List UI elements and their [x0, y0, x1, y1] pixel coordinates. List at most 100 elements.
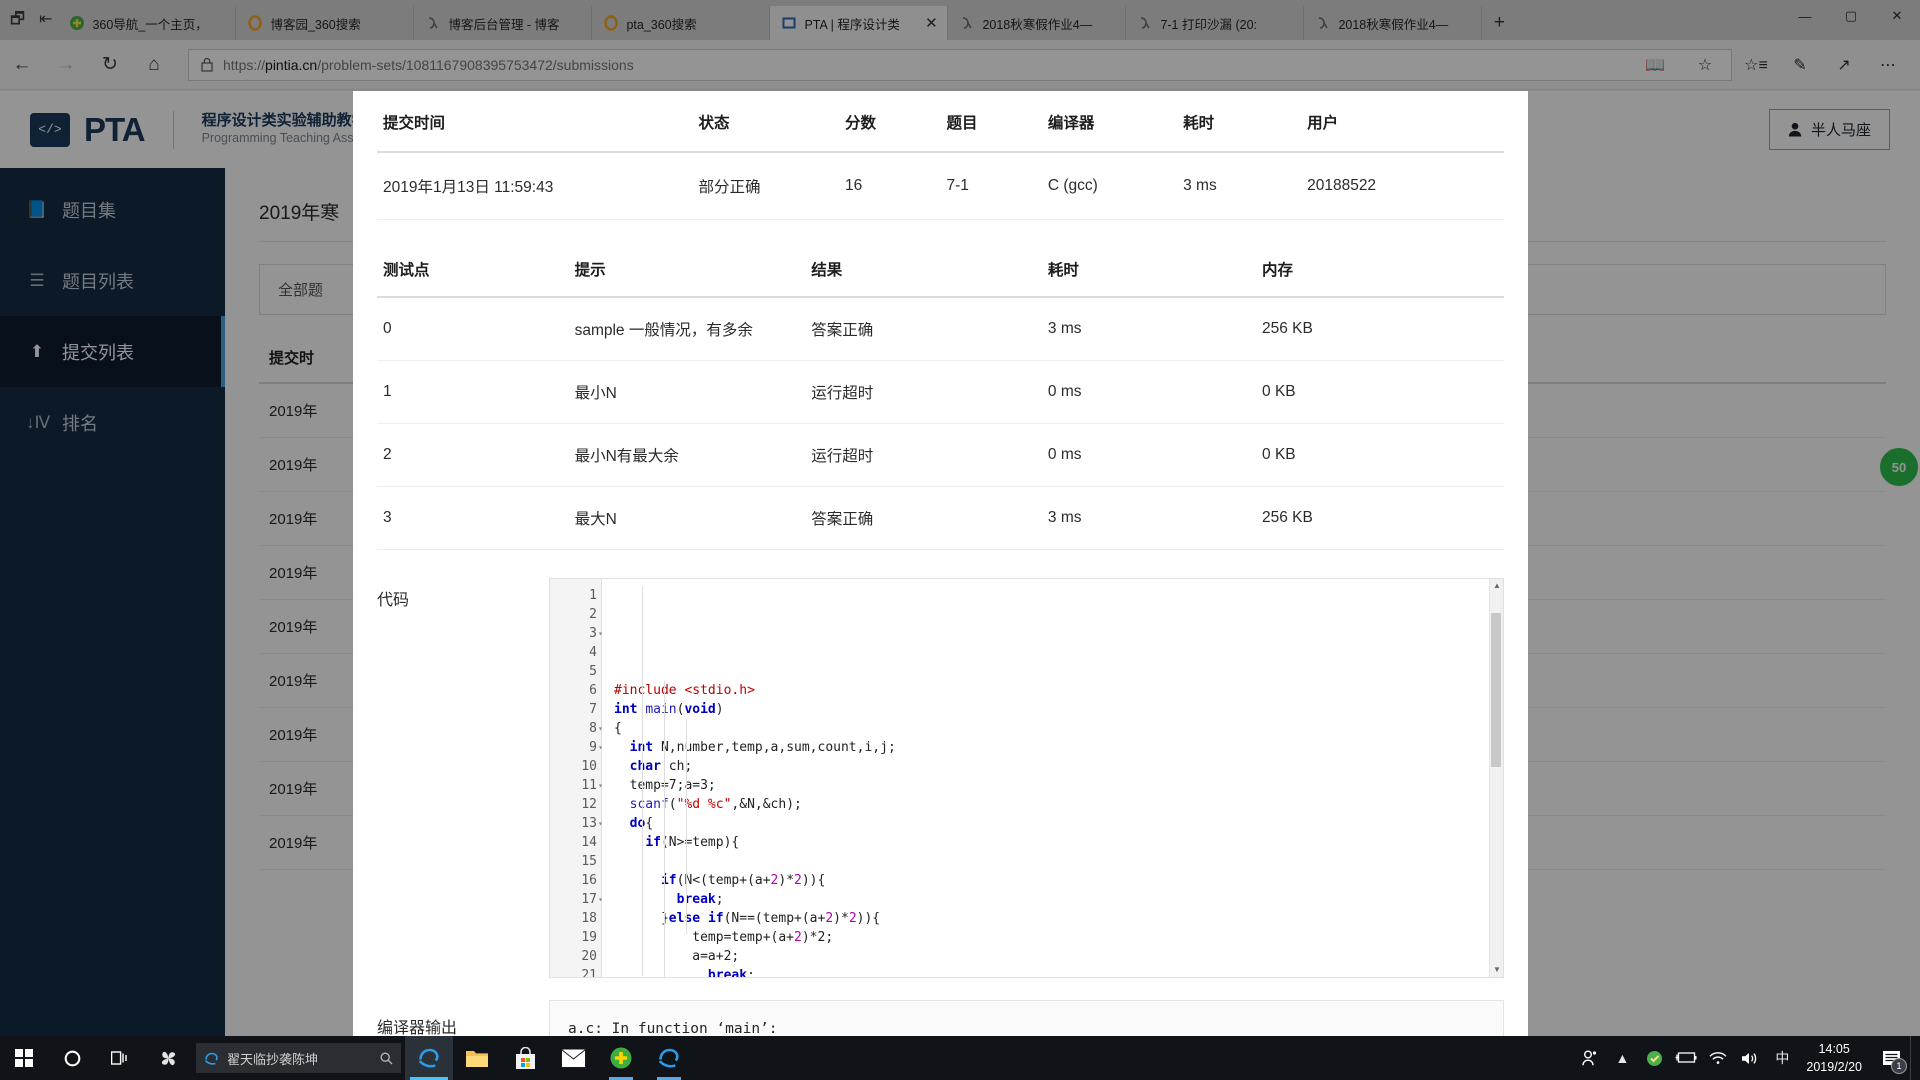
code-line: do{ — [629, 816, 654, 831]
ie-icon — [204, 1052, 218, 1065]
system-tray: ▲ 中 14:05 2019/2/20 1 — [1574, 1036, 1920, 1080]
cell-result: 答案正确 — [805, 297, 1042, 361]
show-hidden-icons-icon[interactable]: ▲ — [1606, 1036, 1638, 1080]
taskbar-app-mail[interactable] — [549, 1036, 597, 1080]
folder-icon — [466, 1050, 488, 1067]
column-header-testpoint: 测试点 — [377, 240, 569, 298]
ime-icon[interactable]: 中 — [1766, 1036, 1798, 1080]
code-text[interactable]: #include <stdio.h> int main(void) { int N,… — [602, 579, 1489, 977]
cell-duration: 3 ms — [1177, 152, 1302, 220]
code-line: int main(void) — [614, 702, 724, 717]
submission-detail-modal: 提交时间 状态 分数 题目 编译器 耗时 用户 2019年1月13日 11:59… — [353, 91, 1528, 1036]
taskbar-app-360-safe[interactable] — [597, 1036, 645, 1080]
scrollbar-thumb[interactable] — [1491, 613, 1501, 767]
cell-hint: 最小N — [568, 360, 806, 424]
taskbar-app-file-explorer[interactable] — [453, 1036, 501, 1080]
360-shield-icon[interactable] — [1638, 1036, 1670, 1080]
cell-testpoint-id: 2 — [377, 423, 569, 487]
testpoints-table: 测试点 提示 结果 耗时 内存 0 sample 一般情况，有多余 答案正确 3 ms… — [377, 240, 1504, 550]
code-viewer[interactable]: 123▾45678▾9▾1011▾1213▾14151617▾181920212… — [549, 578, 1504, 978]
cell-compiler: C (gcc) — [1041, 152, 1178, 220]
cell-hint: 最大N — [568, 486, 806, 550]
code-line-number: 14 — [581, 835, 597, 850]
code-line-number: 13 ▾ — [581, 816, 603, 831]
cell-time: 3 ms — [1041, 486, 1257, 550]
task-view-icon[interactable] — [96, 1036, 144, 1080]
cell-testpoint-id: 0 — [377, 297, 569, 361]
column-header-submit-time: 提交时间 — [377, 91, 693, 153]
cortana-circle-icon[interactable] — [48, 1036, 96, 1080]
show-desktop-button[interactable] — [1910, 1036, 1916, 1080]
code-scrollbar[interactable]: ▲ ▼ — [1489, 579, 1503, 977]
compiler-output-section: 编译器输出 a.c: In function ‘main’:a.c:7:2: w… — [377, 1000, 1504, 1036]
submission-row: 2019年1月13日 11:59:43 部分正确 16 7-1 C (gcc) … — [377, 152, 1504, 220]
code-line: a=a+2; — [614, 949, 740, 964]
testpoint-row: 0 sample 一般情况，有多余 答案正确 3 ms 256 KB — [377, 297, 1504, 361]
code-line: temp=7;a=3; — [629, 778, 716, 793]
taskbar-app-microsoft-store[interactable] — [501, 1036, 549, 1080]
cell-hint: sample 一般情况，有多余 — [568, 297, 806, 361]
testpoint-row: 2 最小N有最大余 运行超时 0 ms 0 KB — [377, 423, 1504, 487]
search-icon[interactable] — [380, 1052, 393, 1065]
code-line: temp=temp+(a+2)*2; — [614, 930, 834, 945]
cell-result: 答案正确 — [805, 486, 1042, 550]
browser-window: 🗗 ⇤ 360导航_一个主页， 博客园_360搜索 博客后台管理 - 博客 pt… — [0, 0, 1920, 1036]
code-line: if(N>=temp){ — [645, 835, 740, 850]
code-line-numbers: 123▾45678▾9▾1011▾1213▾14151617▾181920212… — [550, 579, 603, 977]
code-line: }else if(N==(temp+(a+2)*2)){ — [661, 911, 881, 926]
taskbar-app-edge-browser[interactable] — [645, 1036, 693, 1080]
code-line-number: 10 — [581, 759, 597, 774]
code-line-number: 7 — [589, 702, 597, 717]
scroll-down-icon[interactable]: ▼ — [1490, 963, 1503, 977]
people-icon[interactable] — [1574, 1036, 1606, 1080]
code-label: 代码 — [377, 592, 410, 609]
scroll-up-icon[interactable]: ▲ — [1490, 579, 1503, 593]
cell-submit-time: 2019年1月13日 11:59:43 — [377, 152, 693, 220]
battery-icon[interactable] — [1670, 1036, 1702, 1080]
code-line: if(N<(temp+(a+2)*2)){ — [660, 873, 826, 888]
cell-user: 20188522 — [1301, 152, 1504, 220]
code-line: break; — [707, 968, 755, 977]
code-line-number: 18 — [581, 911, 597, 926]
code-line-number: 3 ▾ — [589, 626, 603, 641]
column-header-compiler: 编译器 — [1041, 91, 1178, 153]
code-line-number: 8 ▾ — [589, 721, 603, 736]
compiler-output-label: 编译器输出 — [377, 1020, 458, 1036]
wifi-icon[interactable] — [1702, 1036, 1734, 1080]
taskbar-search-box[interactable]: 翟天临抄袭陈坤 — [196, 1043, 401, 1073]
code-line-number: 16 — [581, 873, 597, 888]
code-line: scanf("%d %c",&N,&ch); — [629, 797, 802, 812]
cell-time: 3 ms — [1041, 297, 1257, 361]
code-line-number: 12 — [581, 797, 597, 812]
testpoints-body: 0 sample 一般情况，有多余 答案正确 3 ms 256 KB 1 最小N 运行超时 0 … — [377, 297, 1504, 550]
mail-icon — [560, 1048, 586, 1068]
action-center-icon[interactable]: 1 — [1872, 1036, 1910, 1080]
column-header-result: 结果 — [805, 240, 1042, 298]
cell-time: 0 ms — [1041, 423, 1257, 487]
testpoint-row: 1 最小N 运行超时 0 ms 0 KB — [377, 360, 1504, 424]
fan-app-icon[interactable] — [144, 1036, 192, 1080]
code-section: 代码 1 2 3 ▾ 4 5 6 7 8 ▾ 9 ▾ 10 11 ▾ 12 13 ▾ 14 15 16 17 ▾ 18 19 20… — [377, 578, 1504, 978]
cell-memory: 256 KB — [1256, 486, 1504, 550]
column-header-hint: 提示 — [568, 240, 806, 298]
taskbar-clock[interactable]: 14:05 2019/2/20 — [1798, 1040, 1872, 1076]
compiler-output-text: a.c: In function ‘main’:a.c:7:2: warning… — [549, 1000, 1504, 1036]
ie-icon — [658, 1048, 679, 1068]
code-line-number: 19 — [581, 930, 597, 945]
submission-header-row: 提交时间 状态 分数 题目 编译器 耗时 用户 — [377, 91, 1504, 153]
code-line: char ch; — [629, 759, 693, 774]
code-line-number: 11 ▾ — [581, 778, 603, 793]
cell-testpoint-id: 3 — [377, 486, 569, 550]
cell-problem-link[interactable]: 7-1 — [940, 152, 1042, 220]
column-header-duration: 耗时 — [1177, 91, 1302, 153]
store-icon — [515, 1046, 535, 1069]
code-line-number: 9 ▾ — [589, 740, 603, 755]
windows-start-icon[interactable] — [0, 1036, 48, 1080]
taskbar-app-internet-explorer[interactable] — [405, 1036, 453, 1080]
code-line-number: 20 — [581, 949, 597, 964]
code-line-number: 5 — [589, 664, 597, 679]
volume-icon[interactable] — [1734, 1036, 1766, 1080]
column-header-user: 用户 — [1301, 91, 1504, 153]
column-header-status: 状态 — [692, 91, 840, 153]
cell-testpoint-id: 1 — [377, 360, 569, 424]
